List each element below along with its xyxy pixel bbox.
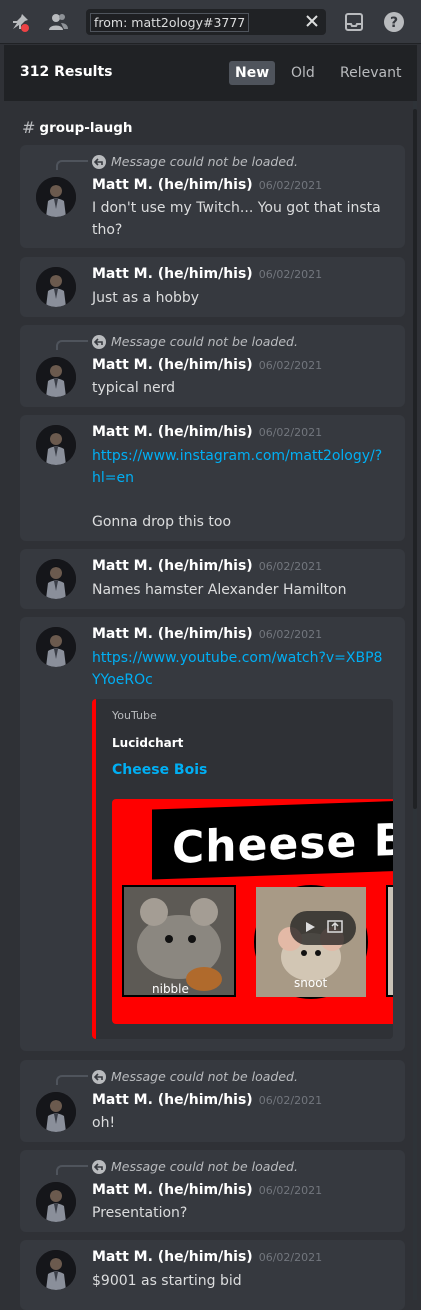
message-content: oh! — [92, 1115, 116, 1131]
message-author[interactable]: Matt M. (he/him/his) 06/02/2021 — [92, 357, 322, 373]
reply-unavailable-text: Message could not be loaded. — [111, 154, 298, 169]
search-result-card[interactable]: Matt M. (he/him/his) 06/02/2021 Names ham… — [20, 549, 405, 609]
message-author[interactable]: Matt M. (he/him/his) 06/02/2021 — [92, 626, 322, 642]
channel-heading[interactable]: # group-laugh — [22, 118, 133, 137]
reply-icon — [92, 1069, 106, 1084]
reply-connector — [56, 1075, 88, 1085]
reply-icon — [92, 1159, 106, 1174]
reply-reference: Message could not be loaded. — [92, 1069, 298, 1084]
message-author[interactable]: Matt M. (he/him/his) 06/02/2021 — [92, 177, 322, 193]
avatar[interactable] — [36, 1182, 76, 1222]
message-content: Presentation? — [92, 1205, 188, 1221]
message-content: Names hamster Alexander Hamilton — [92, 582, 347, 598]
search-result-card[interactable]: Matt M. (he/him/his) 06/02/2021 https://w… — [20, 617, 405, 1051]
video-controls[interactable] — [290, 911, 356, 945]
message-author[interactable]: Matt M. (he/him/his) 06/02/2021 — [92, 424, 322, 440]
pin-icon[interactable] — [8, 10, 32, 34]
message-link[interactable]: https://www.instagram.com/matt2ology/?hl… — [92, 445, 388, 489]
search-result-card[interactable]: Message could not be loaded. Matt M. (he… — [20, 325, 405, 407]
video-embed: YouTube Lucidchart Cheese Bois Cheese Bo… — [92, 699, 393, 1039]
thumbnail-title-text: Cheese Bo — [172, 813, 393, 874]
help-icon[interactable]: ? — [382, 10, 406, 34]
message-timestamp: 06/02/2021 — [258, 1094, 323, 1107]
reply-icon — [92, 154, 106, 169]
scrollbar-thumb[interactable] — [413, 109, 417, 809]
channel-hash-icon: # — [22, 118, 36, 137]
avatar[interactable] — [36, 267, 76, 307]
clear-search-icon[interactable] — [304, 13, 320, 29]
reply-reference: Message could not be loaded. — [92, 154, 298, 169]
message-timestamp: 06/02/2021 — [258, 359, 323, 372]
message-content: Gonna drop this too — [92, 514, 232, 530]
message-author[interactable]: Matt M. (he/him/his) 06/02/2021 — [92, 1249, 322, 1265]
avatar[interactable] — [36, 559, 76, 599]
message-author[interactable]: Matt M. (he/him/his) 06/02/2021 — [92, 266, 322, 282]
reply-connector — [56, 160, 88, 170]
message-timestamp: 06/02/2021 — [258, 560, 323, 573]
message-content: typical nerd — [92, 380, 176, 396]
message-author[interactable]: Matt M. (he/him/his) 06/02/2021 — [92, 1092, 322, 1108]
message-timestamp: 06/02/2021 — [258, 1184, 323, 1197]
message-timestamp: 06/02/2021 — [258, 628, 323, 641]
avatar[interactable] — [36, 177, 76, 217]
avatar[interactable] — [36, 627, 76, 667]
thumbnail-caption-left: nibble — [152, 982, 189, 996]
reply-reference: Message could not be loaded. — [92, 1159, 298, 1174]
embed-provider[interactable]: YouTube — [112, 709, 157, 722]
reply-reference: Message could not be loaded. — [92, 334, 298, 349]
search-result-card[interactable]: Message could not be loaded. Matt M. (he… — [20, 1150, 405, 1232]
message-timestamp: 06/02/2021 — [258, 426, 323, 439]
sort-old-button[interactable]: Old — [285, 61, 321, 85]
inbox-icon[interactable] — [342, 10, 366, 34]
search-results-header: 312 Results New Old Relevant — [4, 45, 417, 101]
open-external-icon[interactable] — [327, 918, 343, 938]
message-timestamp: 06/02/2021 — [258, 1251, 323, 1264]
avatar[interactable] — [36, 425, 76, 465]
embed-author[interactable]: Lucidchart — [112, 736, 183, 750]
search-result-card[interactable]: Message could not be loaded. Matt M. (he… — [20, 1060, 405, 1142]
svg-text:?: ? — [390, 15, 398, 31]
message-author[interactable]: Matt M. (he/him/his) 06/02/2021 — [92, 1182, 322, 1198]
search-result-card[interactable]: Matt M. (he/him/his) 06/02/2021 Just as a… — [20, 257, 405, 317]
reply-unavailable-text: Message could not be loaded. — [111, 1159, 298, 1174]
message-author[interactable]: Matt M. (he/him/his) 06/02/2021 — [92, 558, 322, 574]
rat-photo-right — [386, 885, 393, 997]
message-content: $9001 as starting bid — [92, 1273, 242, 1289]
members-icon[interactable] — [46, 10, 70, 34]
message-content: Just as a hobby — [92, 290, 200, 306]
results-scrollbar[interactable] — [413, 101, 417, 1300]
reply-connector — [56, 340, 88, 350]
avatar[interactable] — [36, 357, 76, 397]
search-query[interactable]: from: matt2ology#3777 — [90, 12, 250, 32]
sort-new-button[interactable]: New — [229, 61, 276, 85]
message-timestamp: 06/02/2021 — [258, 268, 323, 281]
avatar[interactable] — [36, 1250, 76, 1290]
sort-relevant-button[interactable]: Relevant — [334, 61, 407, 85]
search-results-list[interactable]: # group-laugh Message could not be loade… — [4, 101, 417, 1310]
rat-photo-left — [122, 885, 236, 997]
reply-connector — [56, 1165, 88, 1175]
reply-unavailable-text: Message could not be loaded. — [111, 1069, 298, 1084]
message-timestamp: 06/02/2021 — [258, 179, 323, 192]
play-icon[interactable] — [303, 919, 317, 938]
embed-title[interactable]: Cheese Bois — [112, 762, 207, 778]
search-result-card[interactable]: Matt M. (he/him/his) 06/02/2021 https://w… — [20, 415, 405, 541]
reply-unavailable-text: Message could not be loaded. — [111, 334, 298, 349]
video-thumbnail[interactable]: Cheese Bo nibble snoot — [112, 799, 393, 1024]
thumbnail-banner: Cheese Bo — [152, 800, 393, 880]
search-result-card[interactable]: Message could not be loaded. Matt M. (he… — [20, 145, 405, 248]
avatar[interactable] — [36, 1092, 76, 1132]
results-count: 312 Results — [20, 64, 113, 80]
search-input[interactable]: from: matt2ology#3777 — [86, 9, 326, 35]
message-content: I don't use my Twitch... You got that in… — [92, 200, 381, 238]
thumbnail-caption-right: snoot — [294, 976, 328, 990]
channel-name: group-laugh — [39, 119, 133, 136]
message-link[interactable]: https://www.youtube.com/watch?v=XBP8YYoe… — [92, 647, 388, 691]
reply-icon — [92, 334, 106, 349]
top-toolbar: from: matt2ology#3777 ? — [0, 0, 421, 44]
